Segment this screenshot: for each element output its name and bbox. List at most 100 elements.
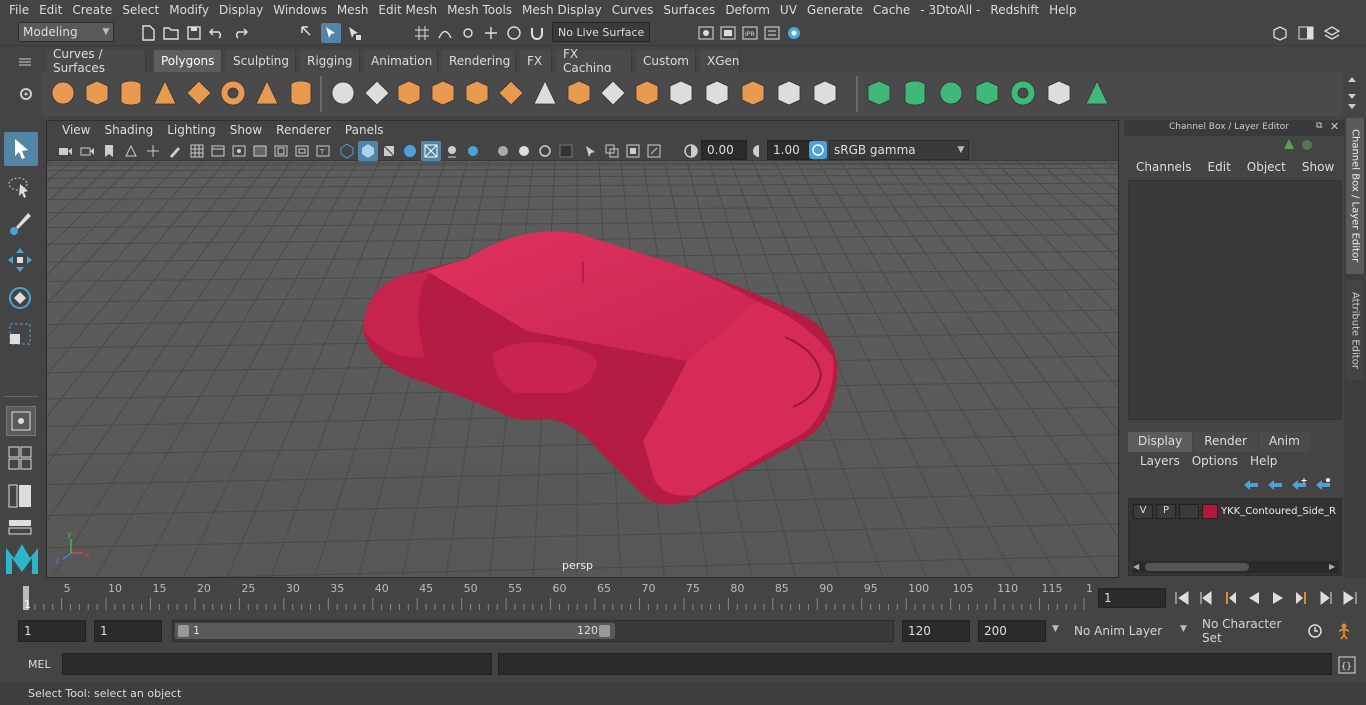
channel-menu-channels[interactable]: Channels <box>1128 160 1200 178</box>
shelf-tab-custom[interactable]: Custom <box>636 50 696 72</box>
select-tool-icon[interactable] <box>4 132 38 166</box>
uv-unfold-icon[interactable] <box>1008 78 1040 110</box>
snap-view-icon[interactable] <box>481 23 501 43</box>
frame-all-icon[interactable] <box>602 141 622 161</box>
fill-hole-icon[interactable] <box>702 78 734 110</box>
render-settings-icon[interactable] <box>762 23 782 43</box>
auto-key-icon[interactable] <box>1306 622 1326 640</box>
snap-point-icon[interactable] <box>458 23 478 43</box>
hypershade-icon[interactable] <box>784 23 804 43</box>
image-plane-icon[interactable] <box>121 141 141 161</box>
viewport-menu-panels[interactable]: Panels <box>338 123 391 137</box>
menu-redshift[interactable]: Redshift <box>985 3 1044 17</box>
gamma-field[interactable]: 1.00 <box>767 140 813 160</box>
paint-select-icon[interactable] <box>6 210 36 240</box>
undo-icon[interactable] <box>207 23 227 43</box>
field-chart-icon[interactable] <box>271 141 291 161</box>
bevel-icon[interactable] <box>564 78 596 110</box>
shelf-tab-xgen[interactable]: XGen <box>700 50 740 72</box>
layer-tab-anim[interactable]: Anim <box>1258 432 1310 452</box>
toggle-hud-icon[interactable] <box>644 141 664 161</box>
hierarchy-mode-icon[interactable] <box>298 23 318 43</box>
shelf-tab-rendering[interactable]: Rendering <box>442 50 516 72</box>
snap-grid-icon[interactable] <box>412 23 432 43</box>
poly-torus-icon[interactable] <box>218 78 250 110</box>
shelf-tab-rigging[interactable]: Rigging <box>300 50 360 72</box>
move-layer-up-icon[interactable] <box>1242 476 1260 492</box>
grease-pencil-icon[interactable] <box>165 141 185 161</box>
channel-menu-edit[interactable]: Edit <box>1200 160 1239 178</box>
uv-cylindrical-icon[interactable] <box>900 78 932 110</box>
layer-visibility-toggle[interactable]: V <box>1133 503 1153 519</box>
menu-3dtoall[interactable]: - 3DtoAll - <box>915 3 985 17</box>
go-to-start-icon[interactable] <box>1172 588 1192 608</box>
channel-box-side-tab[interactable]: Channel Box / Layer Editor <box>1346 118 1364 274</box>
new-scene-icon[interactable] <box>138 23 158 43</box>
animation-start-field[interactable]: 1 <box>18 620 86 642</box>
viewport-menu-lighting[interactable]: Lighting <box>160 123 223 137</box>
shelf-tab-sculpting[interactable]: Sculpting <box>226 50 296 72</box>
combine-icon[interactable] <box>328 78 360 110</box>
chevron-down-icon[interactable]: ▼ <box>1180 624 1187 634</box>
boolean-icon[interactable] <box>810 78 842 110</box>
depth-of-field-icon[interactable] <box>535 141 555 161</box>
shelf-scroll-icon[interactable] <box>1346 72 1358 112</box>
mirror-icon[interactable] <box>394 78 426 110</box>
isolate-select-icon[interactable] <box>556 141 576 161</box>
shelf-tab-fx-caching[interactable]: FX Caching <box>556 47 632 75</box>
smooth-icon[interactable] <box>428 78 460 110</box>
poly-pipe-icon[interactable] <box>286 78 318 110</box>
playback-end-field[interactable]: 120 <box>902 620 970 642</box>
scroll-left-icon[interactable]: ◀ <box>1133 562 1139 571</box>
layer-tab-render[interactable]: Render <box>1194 432 1257 452</box>
xray-icon[interactable] <box>581 141 601 161</box>
layer-menu-help[interactable]: Help <box>1244 454 1283 472</box>
anti-aliasing-icon[interactable] <box>514 141 534 161</box>
use-all-lights-icon[interactable] <box>421 141 441 161</box>
textured-icon[interactable] <box>400 141 420 161</box>
menu-generate[interactable]: Generate <box>802 3 868 17</box>
menu-edit[interactable]: Edit <box>34 3 67 17</box>
render-view-icon[interactable] <box>696 23 716 43</box>
2d-pan-zoom-icon[interactable] <box>143 141 163 161</box>
layer-menu-layers[interactable]: Layers <box>1134 454 1186 472</box>
extrude-icon[interactable] <box>598 78 630 110</box>
insert-edge-loop-icon[interactable] <box>666 78 698 110</box>
menu-curves[interactable]: Curves <box>607 3 659 17</box>
range-start-grip[interactable] <box>178 625 189 637</box>
bookmark-icon[interactable] <box>99 141 119 161</box>
magnet-icon[interactable] <box>527 23 547 43</box>
time-ruler[interactable]: 5 10 15 20 25 30 35 40 45 50 55 60 65 70 75 80 85 90 95 100… <box>20 580 1092 612</box>
animation-preferences-icon[interactable] <box>1334 622 1356 640</box>
graph-layout-icon[interactable] <box>6 518 36 536</box>
outliner-layout-icon[interactable] <box>6 482 36 510</box>
layer-color-swatch[interactable] <box>1202 503 1218 519</box>
color-space-dropdown[interactable]: sRGB gamma ▼ <box>829 140 969 160</box>
layer-display-type-toggle[interactable] <box>1179 503 1199 519</box>
attribute-editor-side-tab[interactable]: Attribute Editor <box>1346 280 1364 380</box>
poly-cube-icon[interactable] <box>82 78 114 110</box>
new-layer-icon[interactable] <box>1290 476 1308 492</box>
shelf-tab-curves-surfaces[interactable]: Curves / Surfaces <box>46 47 146 75</box>
shelf-settings-icon[interactable] <box>18 86 38 106</box>
character-set-dropdown[interactable]: No Character Set <box>1196 617 1300 645</box>
shelf-tab-polygons[interactable]: Polygons <box>154 50 222 72</box>
resolution-gate-icon[interactable] <box>229 141 249 161</box>
uv-auto-icon[interactable] <box>972 78 1004 110</box>
menu-select[interactable]: Select <box>117 3 164 17</box>
menu-create[interactable]: Create <box>67 3 117 17</box>
current-frame-field[interactable]: 1 <box>1098 588 1166 608</box>
snap-surface-icon[interactable] <box>504 23 524 43</box>
layer-menu-options[interactable]: Options <box>1186 454 1244 472</box>
offset-edge-loop-icon[interactable] <box>738 78 770 110</box>
range-slider-handle[interactable]: 1 120 <box>175 623 615 639</box>
uv-planar-icon[interactable] <box>864 78 896 110</box>
chevron-down-icon[interactable]: ▼ <box>1052 624 1059 634</box>
camera-icon[interactable] <box>55 141 75 161</box>
uv-layout-icon[interactable] <box>1044 78 1076 110</box>
lasso-tool-icon[interactable] <box>6 174 36 204</box>
step-forward-key-icon[interactable] <box>1292 588 1312 608</box>
shelf-tab-animation[interactable]: Animation <box>364 50 438 72</box>
menu-edit-mesh[interactable]: Edit Mesh <box>373 3 442 17</box>
layer-tab-display[interactable]: Display <box>1128 432 1193 452</box>
